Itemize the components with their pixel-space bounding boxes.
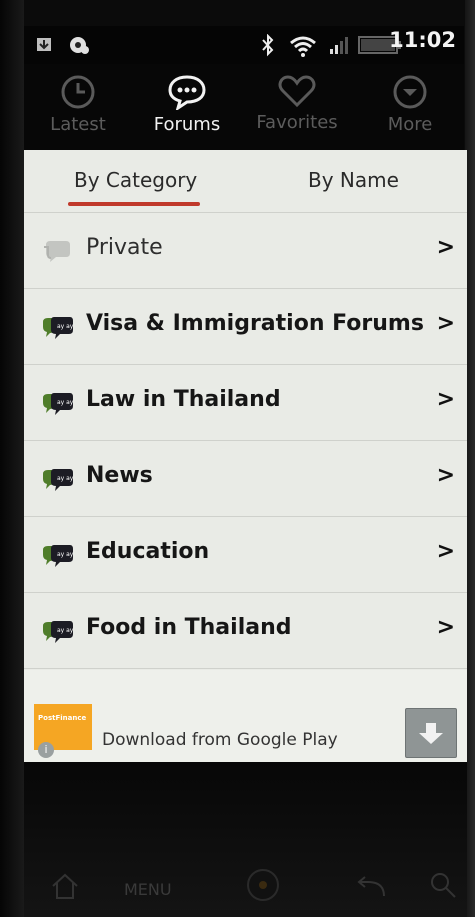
chevron-right-icon: > [436,463,455,488]
forum-row-law[interactable]: ay ay Law in Thailand > [24,365,467,441]
forum-label: Visa & Immigration Forums [86,311,424,336]
chevron-down-circle-icon [393,75,427,109]
tab-favorites[interactable]: Favorites [252,64,342,150]
svg-text:ay ay: ay ay [57,551,74,558]
download-button[interactable] [405,708,457,758]
svg-text:ay ay: ay ay [57,627,74,634]
forum-row-news[interactable]: ay ay News > [24,441,467,517]
forum-label: Law in Thailand [86,387,281,412]
forum-row-food[interactable]: ay ay Food in Thailand > [24,593,467,669]
hardware-keys: MENU [24,762,467,917]
tab-forums[interactable]: Forums [144,64,230,150]
tab-by-name[interactable]: By Name [308,168,399,192]
trackball-icon[interactable] [246,868,280,902]
tab-forums-label: Forums [153,114,221,135]
top-tab-bar: Latest Forums Favorites More [24,64,464,150]
bluetooth-icon [262,34,274,57]
chat-bubble-icon: ay ay [43,317,74,339]
chat-bubble-icon [44,241,70,262]
tab-more[interactable]: More [370,64,450,150]
chevron-right-icon: > [436,539,455,564]
forum-row-education[interactable]: ay ay Education > [24,517,467,593]
ad-info-icon[interactable]: i [38,742,54,758]
chevron-right-icon: > [436,235,455,260]
forum-row-private[interactable]: Private > [24,213,467,289]
tab-latest[interactable]: Latest [38,64,118,150]
ad-banner[interactable]: PostFinance Download from Google Play i [24,670,467,762]
svg-text:ay ay: ay ay [57,475,74,482]
tab-by-category[interactable]: By Category [74,168,197,192]
status-bar: 11:02 [24,26,464,64]
wifi-icon [290,36,316,57]
chat-bubble-icon: ay ay [43,545,74,567]
tab-latest-label: Latest [50,114,106,135]
chat-bubble-icon: ay ay [43,621,74,643]
active-tab-indicator [68,202,200,206]
forums-panel: By Category By Name Private > ay ay Visa… [24,150,467,762]
signal-icon [330,37,348,54]
download-icon [37,38,51,51]
status-time: 11:02 [389,28,456,52]
heart-icon [278,75,316,108]
svg-text:ay ay: ay ay [57,399,74,406]
forum-label: Education [86,539,210,564]
menu-button[interactable]: MENU [124,880,172,899]
home-icon[interactable] [50,872,80,900]
forum-category-list: Private > ay ay Visa & Immigration Forum… [24,213,467,669]
chevron-right-icon: > [436,387,455,412]
segmented-tabs: By Category By Name [24,150,467,213]
ad-text: Download from Google Play [102,730,338,750]
chat-bubble-icon: ay ay [43,469,74,491]
forum-label: Private [86,235,163,260]
notification-icon [70,37,89,54]
download-arrow-icon [419,723,443,744]
forum-label: News [86,463,153,488]
chat-bubble-icon: ay ay [43,393,74,415]
forum-row-visa[interactable]: ay ay Visa & Immigration Forums > [24,289,467,365]
search-icon[interactable] [428,870,458,900]
phone-bezel-left [0,0,24,917]
forum-label: Food in Thailand [86,615,292,640]
back-icon[interactable] [354,874,388,900]
chevron-right-icon: > [436,311,455,336]
tab-favorites-label: Favorites [256,112,338,133]
ad-logo-text: PostFinance [38,714,87,722]
svg-text:ay ay: ay ay [57,323,74,330]
chevron-right-icon: > [436,615,455,640]
chat-bubble-icon [168,75,206,110]
tab-more-label: More [387,114,433,135]
clock-icon [61,75,95,109]
